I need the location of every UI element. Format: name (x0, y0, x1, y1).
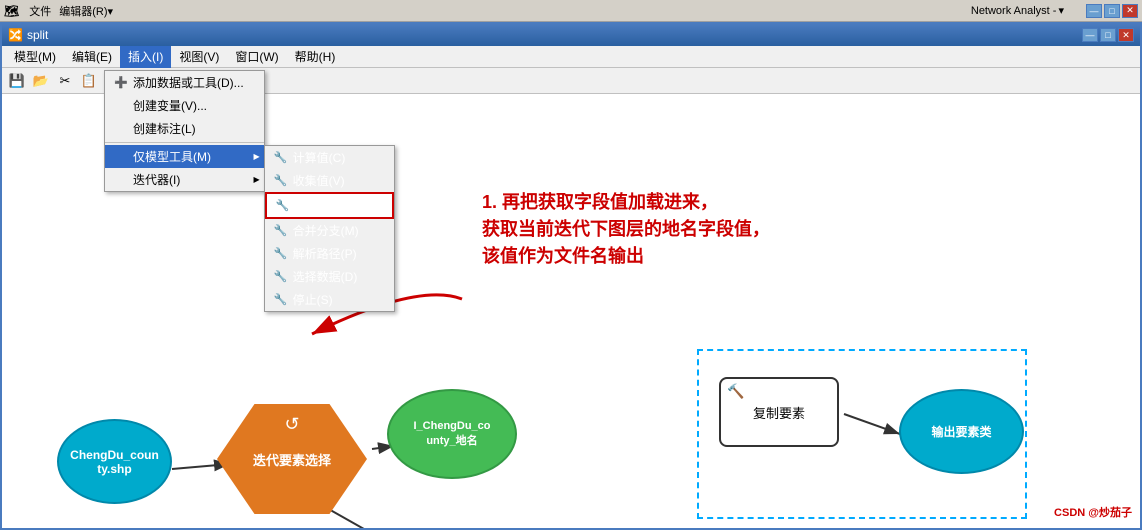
sub-calc[interactable]: 🔧 计算值(C) (265, 146, 394, 169)
sub-menu-model-tool: 🔧 计算值(C) 🔧 收集值(V) 🔧 获取字段值(G) 🔧 合并分支(M) 🔧… (264, 145, 395, 312)
node-output[interactable]: 输出要素类 (899, 389, 1024, 474)
merge-icon: 🔧 (273, 223, 289, 239)
dd-iterator[interactable]: 迭代器(I) (105, 168, 264, 191)
sub-collect[interactable]: 🔧 收集值(V) (265, 169, 394, 192)
menu-bar: 模型(M) 编辑(E) 插入(I) 视图(V) 窗口(W) 帮助(H) (2, 46, 1140, 68)
model-tool-icon (113, 149, 129, 165)
watermark: CSDN @炒茄子 (1054, 504, 1132, 520)
menu-help[interactable]: 帮助(H) (287, 46, 344, 68)
get-field-icon: 🔧 (275, 198, 291, 214)
app-logo: 🗺 (4, 4, 19, 18)
parse-path-icon: 🔧 (273, 246, 289, 262)
sub-merge[interactable]: 🔧 合并分支(M) (265, 219, 394, 242)
tool-save[interactable]: 💾 (6, 70, 28, 92)
os-close[interactable]: ✕ (1122, 4, 1138, 18)
sub-stop[interactable]: 🔧 停止(S) (265, 288, 394, 311)
node-chengdu[interactable]: ChengDu_county.shp (57, 419, 172, 504)
node-iterate[interactable]: 迭代要素选择 ↺ (217, 404, 367, 514)
sub-get-field[interactable]: 🔧 获取字段值(G) (265, 192, 394, 219)
menu-edit[interactable]: 编辑(E) (64, 46, 120, 68)
tool-open[interactable]: 📂 (30, 70, 52, 92)
add-data-icon: ➕ (113, 75, 129, 91)
window-controls: — □ ✕ (1082, 28, 1134, 42)
window-icon: 🔀 (8, 28, 23, 42)
window-title-text: split (27, 28, 48, 42)
win-close[interactable]: ✕ (1118, 28, 1134, 42)
window-title-left: 🔀 split (8, 28, 48, 42)
menu-window[interactable]: 窗口(W) (227, 46, 286, 68)
dd-add-data[interactable]: ➕ 添加数据或工具(D)... (105, 71, 264, 94)
annotation-text: 1. 再把获取字段值加载进来， 获取当前迭代下图层的地名字段值， 该值作为文件名… (482, 189, 770, 270)
menu-insert[interactable]: 插入(I) (120, 46, 171, 68)
tool-cut[interactable]: ✂ (54, 70, 76, 92)
menu-view[interactable]: 视图(V) (171, 46, 227, 68)
os-menu-items: 文件 编辑器(R)▾ (29, 3, 113, 19)
window-titlebar: 🔀 split — □ ✕ (2, 24, 1140, 46)
iterator-icon (113, 172, 129, 188)
sub-parse-path[interactable]: 🔧 解析路径(P) (265, 242, 394, 265)
dd-create-label[interactable]: 创建标注(L) (105, 117, 264, 140)
stop-icon: 🔧 (273, 292, 289, 308)
select-data-icon: 🔧 (273, 269, 289, 285)
tool-copy[interactable]: 📋 (78, 70, 100, 92)
node-i-chengdu[interactable]: I_ChengDu_county_地名 (387, 389, 517, 479)
menu-model[interactable]: 模型(M) (6, 46, 64, 68)
os-menu-file[interactable]: 文件 (29, 3, 51, 19)
os-menu-edit[interactable]: 编辑器(R)▾ (59, 3, 113, 19)
dd-create-var[interactable]: 创建变量(V)... (105, 94, 264, 117)
dd-model-tool[interactable]: 仅模型工具(M) 🔧 计算值(C) 🔧 收集值(V) 🔧 获取字段值(G) 🔧 … (105, 145, 264, 168)
win-maximize[interactable]: □ (1100, 28, 1116, 42)
create-var-icon (113, 98, 129, 114)
dd-sep1 (105, 142, 264, 143)
create-label-icon (113, 121, 129, 137)
calc-icon: 🔧 (273, 150, 289, 166)
os-controls: — □ ✕ (1086, 4, 1138, 18)
win-minimize[interactable]: — (1082, 28, 1098, 42)
node-copy[interactable]: 🔨 复制要素 (719, 377, 839, 447)
os-max[interactable]: □ (1104, 4, 1120, 18)
network-analyst-dropdown[interactable]: ▾ (1058, 4, 1064, 17)
collect-icon: 🔧 (273, 173, 289, 189)
network-analyst-label: Network Analyst - (971, 5, 1057, 17)
insert-dropdown: ➕ 添加数据或工具(D)... 创建变量(V)... 创建标注(L) 仅模型工具… (104, 70, 265, 192)
sub-select-data[interactable]: 🔧 选择数据(D) (265, 265, 394, 288)
os-min[interactable]: — (1086, 4, 1102, 18)
os-toolbar: 🗺 文件 编辑器(R)▾ Network Analyst - ▾ — □ ✕ (0, 0, 1142, 22)
